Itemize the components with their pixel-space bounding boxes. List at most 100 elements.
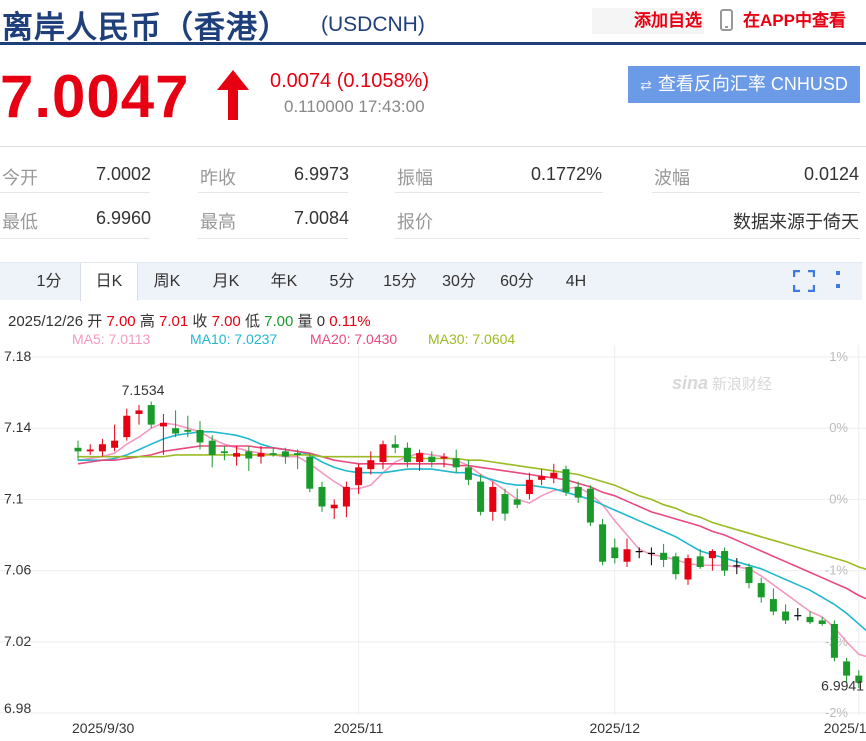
amplitude-value: 0.1772% xyxy=(530,164,602,184)
symbol-code: (USDCNH) xyxy=(321,13,425,36)
info-close: 7.00 xyxy=(211,313,241,330)
candle-info: 2025/12/26 开 7.00 高 7.01 收 7.00 低 7.00 量… xyxy=(8,310,371,331)
candle-body xyxy=(330,504,338,509)
header: 离岸人民币（香港） (USDCNH) 添加自选 在APP中查看 xyxy=(0,0,866,45)
reverse-rate-button[interactable]: ⇄ 查看反向汇率 CNHUSD xyxy=(628,66,860,103)
x-tick-label: 2025/11 xyxy=(334,720,384,736)
quote-label: 报价 xyxy=(397,212,433,232)
right-pct-label: 1% xyxy=(829,349,848,364)
info-open: 7.00 xyxy=(106,313,136,330)
candle-body xyxy=(830,624,838,658)
tab-60min[interactable]: 60分 xyxy=(488,263,546,301)
candle-body xyxy=(733,565,741,567)
price-change: 0.0074 (0.1058%) xyxy=(270,70,430,92)
kline-chart[interactable]: 7.187.147.17.067.026.981%0%0%-1%-2%-2%20… xyxy=(0,345,866,741)
candle-body xyxy=(635,551,643,553)
y-tick-label: 7.14 xyxy=(4,419,31,435)
high-value: 7.0084 xyxy=(293,208,349,228)
wave-value: 0.0124 xyxy=(803,164,859,184)
y-tick-label: 7.18 xyxy=(4,348,31,364)
candle-body xyxy=(147,405,155,425)
info-close-label: 收 xyxy=(192,313,208,330)
candle-body xyxy=(647,552,655,554)
candle-body xyxy=(672,556,680,575)
data-source: 数据来源于倚天 xyxy=(733,212,859,232)
tab-4h[interactable]: 4H xyxy=(547,263,605,301)
x-tick-label: 2025/9/30 xyxy=(72,720,134,736)
tab-monthly[interactable]: 月K xyxy=(197,263,255,301)
candle-body xyxy=(220,451,228,454)
tab-30min[interactable]: 30分 xyxy=(430,263,488,301)
candle-body xyxy=(708,551,716,559)
current-price: 7.0047 xyxy=(0,63,190,130)
candle-body xyxy=(843,661,851,676)
candle-body xyxy=(123,415,131,438)
candle-body xyxy=(233,453,241,457)
candle-body xyxy=(611,547,619,559)
watermark-logo: sina xyxy=(672,373,708,393)
tab-weekly[interactable]: 周K xyxy=(138,263,196,301)
tab-5min[interactable]: 5分 xyxy=(313,263,371,301)
stat-underline xyxy=(0,192,150,193)
view-in-app-link[interactable]: 在APP中查看 xyxy=(720,8,846,36)
info-volume-label: 量 xyxy=(297,313,313,330)
title-divider xyxy=(0,42,866,45)
candle-body xyxy=(794,615,802,617)
candle-body xyxy=(599,524,607,562)
candle-body xyxy=(391,444,399,448)
candle-body xyxy=(440,456,448,459)
info-open-label: 开 xyxy=(87,313,103,330)
candle-body xyxy=(318,486,326,507)
candle-body xyxy=(159,422,167,427)
y-tick-label: 7.1 xyxy=(4,490,24,506)
candle-body xyxy=(818,620,826,624)
candle-body xyxy=(135,410,143,414)
info-low: 7.00 xyxy=(264,313,294,330)
candle-body xyxy=(184,429,192,432)
candle-body xyxy=(428,456,436,463)
candle-body xyxy=(525,479,533,495)
candle-body xyxy=(806,616,814,623)
candle-body xyxy=(257,453,265,457)
add-favorite-button[interactable]: 添加自选 xyxy=(592,8,704,34)
candle-body xyxy=(501,494,509,514)
candle-body xyxy=(269,453,277,455)
stat-underline xyxy=(395,192,603,193)
stat-underline xyxy=(0,238,150,239)
stat-underline xyxy=(395,238,860,239)
view-in-app-label: 在APP中查看 xyxy=(743,11,846,30)
candle-body xyxy=(74,447,82,452)
tab-1min[interactable]: 1分 xyxy=(20,263,78,301)
low-value: 6.9960 xyxy=(95,208,151,228)
high-label: 最高 xyxy=(200,212,236,232)
right-pct-label: 0% xyxy=(829,420,848,435)
prev-close-value: 6.9973 xyxy=(293,164,349,184)
candle-body xyxy=(379,444,387,463)
chart-period-tabs: 1分 日K 周K 月K 年K 5分 15分 30分 60分 4H xyxy=(0,262,862,301)
candle-body xyxy=(367,460,375,470)
candle-body xyxy=(550,472,558,479)
tab-yearly[interactable]: 年K xyxy=(255,263,313,301)
candle-body xyxy=(98,444,106,452)
candle-body xyxy=(452,458,460,468)
y-tick-label: 7.06 xyxy=(4,562,31,578)
candle-body xyxy=(208,440,216,455)
tab-daily[interactable]: 日K xyxy=(80,263,138,301)
x-tick-label: 2025/12/26 xyxy=(824,720,866,736)
up-arrow-icon xyxy=(217,70,249,120)
candle-body xyxy=(489,486,497,512)
swap-icon: ⇄ xyxy=(640,77,652,93)
candle-body xyxy=(684,558,692,580)
candle-body xyxy=(355,467,363,486)
candle-body xyxy=(586,488,594,523)
max-annotation: 7.1534 xyxy=(122,382,165,398)
watermark-text: 新浪财经 xyxy=(712,375,772,393)
info-volume: 0 xyxy=(316,313,326,330)
x-tick-label: 2025/12 xyxy=(589,720,640,736)
tab-15min[interactable]: 15分 xyxy=(371,263,429,301)
fullscreen-icon[interactable] xyxy=(793,270,815,292)
more-icon[interactable] xyxy=(833,270,843,292)
candle-body xyxy=(562,469,570,493)
candle-body xyxy=(477,481,485,512)
stat-underline xyxy=(652,192,860,193)
